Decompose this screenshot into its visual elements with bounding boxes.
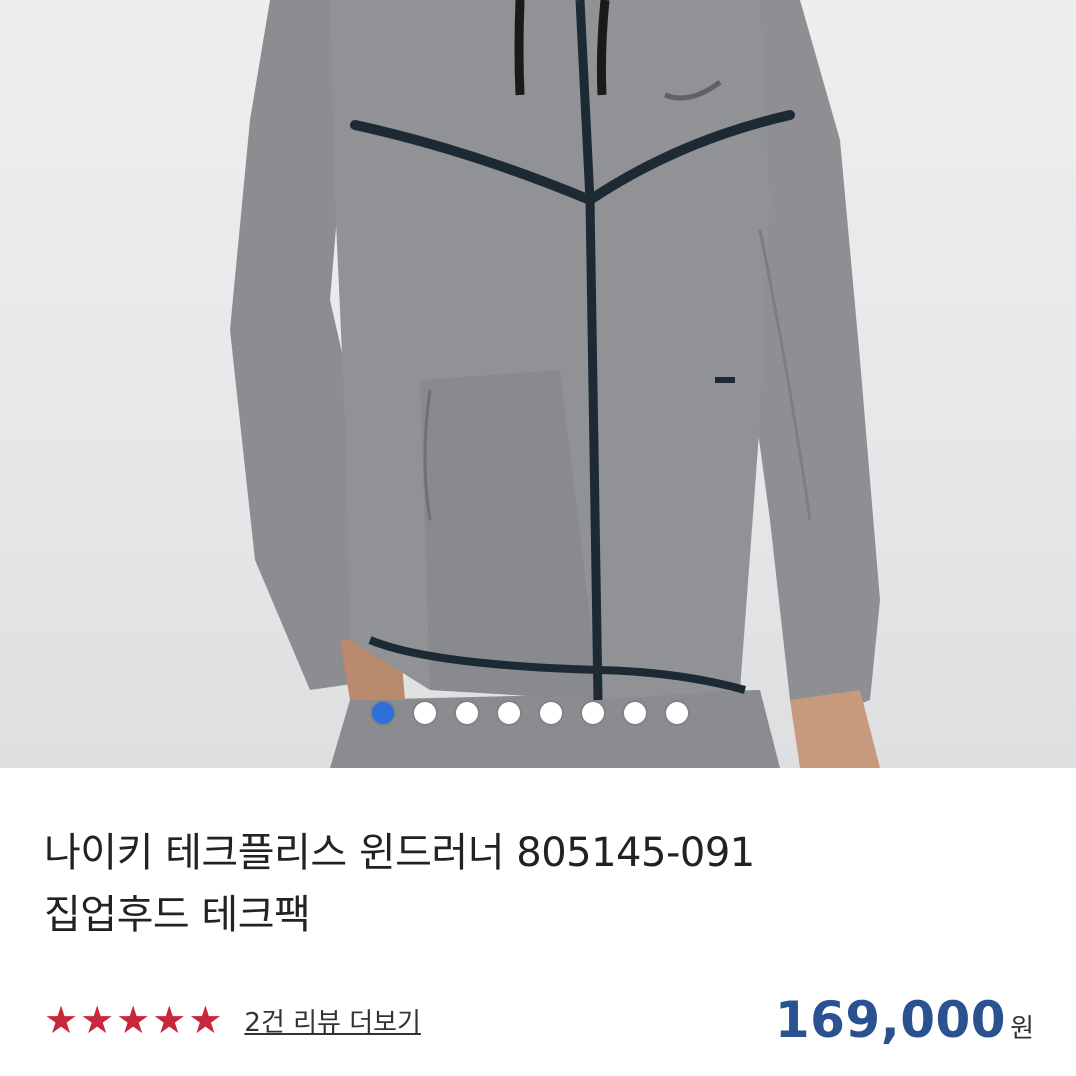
gallery-dot-7[interactable] — [624, 702, 646, 724]
product-title-line1: 나이키 테크플리스 윈드러너 805145-091 — [44, 830, 755, 876]
gallery-pagination — [372, 701, 688, 725]
gallery-dot-2[interactable] — [414, 702, 436, 724]
gallery-dot-8[interactable] — [666, 702, 688, 724]
gallery-dot-1[interactable] — [372, 702, 394, 724]
product-image-gallery[interactable] — [0, 0, 1076, 768]
gallery-dot-6[interactable] — [582, 702, 604, 724]
gallery-dot-5[interactable] — [540, 702, 562, 724]
star-rating: ★ ★ ★ ★ ★ — [44, 1001, 222, 1039]
product-price: 169,000 원 — [775, 991, 1034, 1049]
product-photo-hoodie — [230, 0, 880, 768]
product-title: 나이키 테크플리스 윈드러너 805145-091 집업후드 테크팩 — [44, 822, 1034, 946]
gallery-dot-4[interactable] — [498, 702, 520, 724]
rating-price-row: ★ ★ ★ ★ ★ 2건 리뷰 더보기 169,000 원 — [44, 990, 1034, 1050]
price-value: 169,000 — [774, 991, 1007, 1049]
star-icon: ★ — [188, 998, 223, 1042]
star-icon: ★ — [80, 998, 115, 1042]
price-unit: 원 — [1010, 1014, 1034, 1044]
star-icon: ★ — [116, 998, 151, 1042]
product-title-line2: 집업후드 테크팩 — [44, 892, 311, 938]
star-icon: ★ — [152, 998, 187, 1042]
star-icon: ★ — [44, 998, 79, 1042]
more-reviews-link[interactable]: 2건 리뷰 더보기 — [244, 1002, 421, 1039]
gallery-dot-3[interactable] — [456, 702, 478, 724]
